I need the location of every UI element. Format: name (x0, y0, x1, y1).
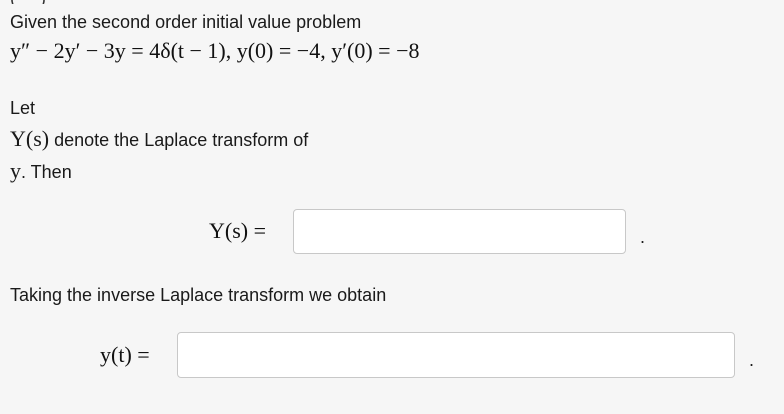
let-label: Let (10, 98, 36, 118)
Ys-symbol: Y(s) (10, 126, 50, 151)
inverse-laplace-text: Taking the inverse Laplace transform we … (10, 285, 387, 305)
laplace-answer-period: . (640, 227, 646, 247)
clipped-previous-text: ( - ) - (10, 0, 130, 4)
time-answer-label: y(t) = (100, 342, 150, 367)
laplace-answer-input[interactable] (293, 209, 626, 254)
time-answer-period: . (749, 350, 755, 370)
then-text: . Then (21, 162, 72, 182)
y-symbol: y (10, 158, 21, 183)
time-answer-input[interactable] (177, 332, 735, 378)
laplace-definition-text: denote the Laplace transform of (49, 130, 309, 150)
laplace-definition-line: Y(s) denote the Laplace transform of (10, 128, 308, 151)
differential-equation: y″ − 2y′ − 3y = 4δ(t − 1), y(0) = −4, y′… (10, 38, 420, 63)
problem-intro: Given the second order initial value pro… (10, 12, 362, 32)
clipped-text-fragment: ( - ) - (10, 0, 63, 4)
laplace-answer-label: Y(s) = (209, 218, 267, 243)
then-line: y. Then (10, 160, 72, 183)
